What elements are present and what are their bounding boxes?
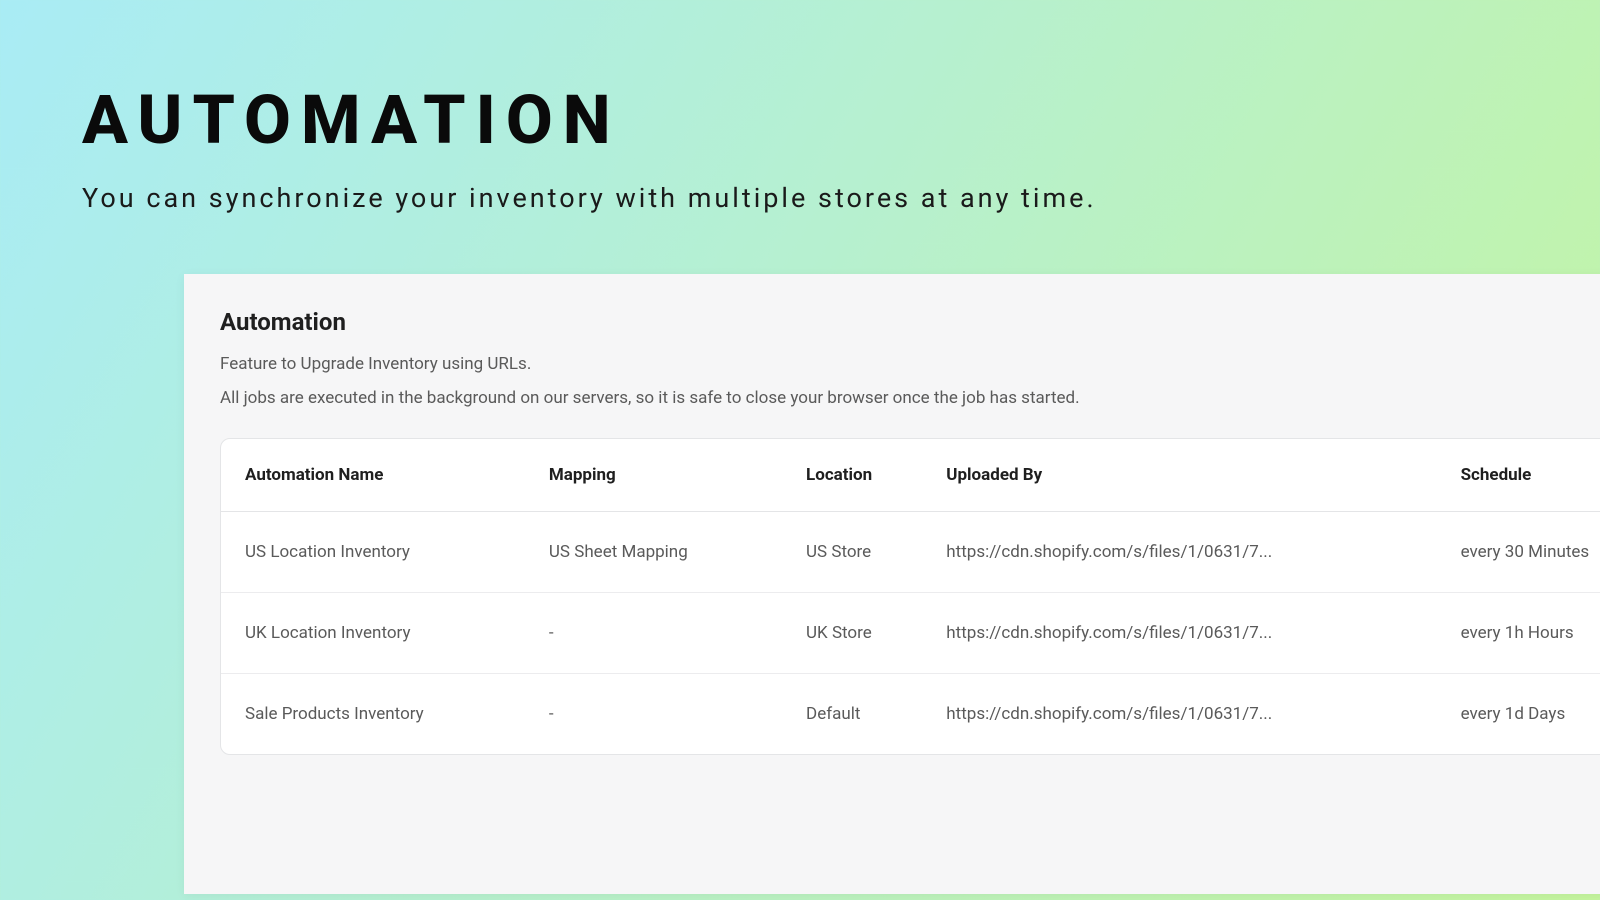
- table-row[interactable]: US Location Inventory US Sheet Mapping U…: [221, 512, 1600, 593]
- cell-schedule: every 1h Hours: [1437, 593, 1600, 674]
- table-header-row: Automation Name Mapping Location Uploade…: [221, 439, 1600, 512]
- cell-location: US Store: [782, 512, 922, 593]
- cell-uploaded-by: https://cdn.shopify.com/s/files/1/0631/7…: [922, 674, 1436, 755]
- hero-subtitle: You can synchronize your inventory with …: [82, 182, 1600, 214]
- cell-mapping: -: [525, 674, 782, 755]
- panel-title: Automation: [220, 308, 1600, 336]
- cell-mapping: US Sheet Mapping: [525, 512, 782, 593]
- header-location: Location: [782, 439, 922, 512]
- cell-uploaded-by: https://cdn.shopify.com/s/files/1/0631/7…: [922, 512, 1436, 593]
- cell-automation-name: US Location Inventory: [221, 512, 525, 593]
- header-automation-name: Automation Name: [221, 439, 525, 512]
- hero-title: AUTOMATION: [82, 80, 1600, 160]
- cell-automation-name: UK Location Inventory: [221, 593, 525, 674]
- automation-table: Automation Name Mapping Location Uploade…: [220, 438, 1600, 755]
- cell-automation-name: Sale Products Inventory: [221, 674, 525, 755]
- header-mapping: Mapping: [525, 439, 782, 512]
- header-schedule: Schedule: [1437, 439, 1600, 512]
- cell-uploaded-by: https://cdn.shopify.com/s/files/1/0631/7…: [922, 593, 1436, 674]
- table-row[interactable]: UK Location Inventory - UK Store https:/…: [221, 593, 1600, 674]
- automation-panel: Automation Feature to Upgrade Inventory …: [184, 274, 1600, 894]
- panel-description: Feature to Upgrade Inventory using URLs.: [220, 354, 1600, 374]
- hero-section: AUTOMATION You can synchronize your inve…: [0, 0, 1600, 214]
- header-uploaded-by: Uploaded By: [922, 439, 1436, 512]
- cell-schedule: every 30 Minutes: [1437, 512, 1600, 593]
- cell-location: UK Store: [782, 593, 922, 674]
- cell-mapping: -: [525, 593, 782, 674]
- cell-schedule: every 1d Days: [1437, 674, 1600, 755]
- panel-note: All jobs are executed in the background …: [220, 388, 1600, 408]
- cell-location: Default: [782, 674, 922, 755]
- table-row[interactable]: Sale Products Inventory - Default https:…: [221, 674, 1600, 755]
